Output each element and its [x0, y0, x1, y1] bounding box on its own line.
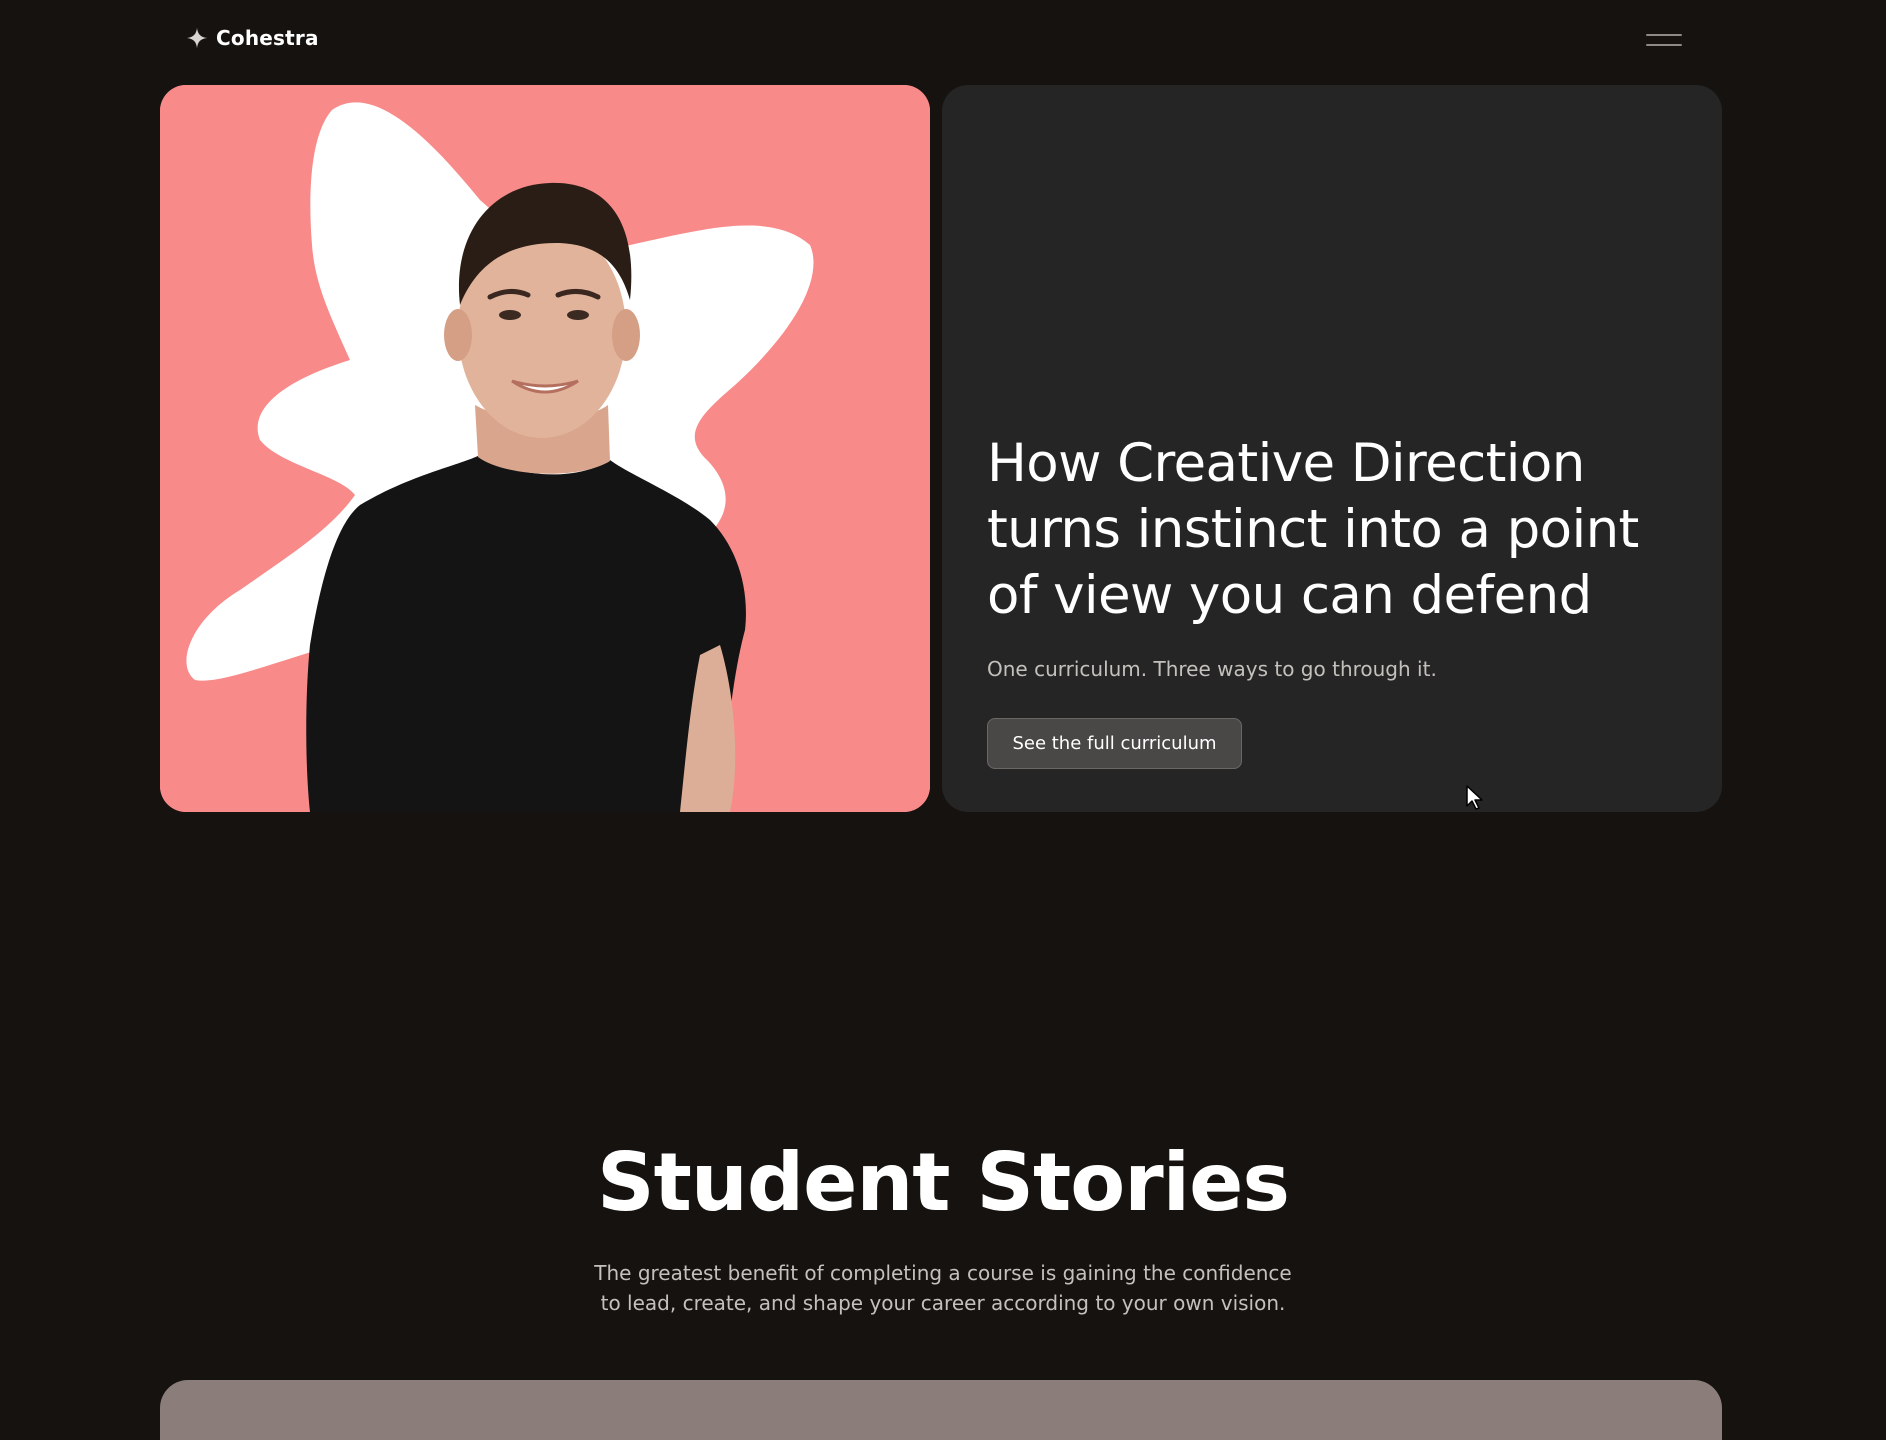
hero-title: How Creative Direction turns instinct in… — [987, 433, 1639, 626]
black-tshirt — [306, 455, 746, 812]
right-eye — [567, 310, 589, 320]
hamburger-menu-icon — [1646, 34, 1682, 36]
hero-text-card: How Creative Direction turns instinct in… — [942, 85, 1722, 812]
hamburger-menu-line — [1646, 44, 1682, 46]
hero-subtitle: One curriculum. Three ways to go through… — [987, 657, 1437, 681]
right-ear — [612, 309, 640, 361]
brand-logo[interactable]: Cohestra — [186, 26, 319, 50]
mouse-cursor-icon — [1466, 785, 1483, 810]
brand-name: Cohestra — [216, 26, 319, 50]
story-card[interactable] — [160, 1380, 1722, 1440]
hero-image-card — [160, 85, 930, 812]
sparkle-star-icon — [186, 27, 208, 49]
see-curriculum-button[interactable]: See the full curriculum — [987, 718, 1242, 769]
left-eye — [499, 310, 521, 320]
left-ear — [444, 309, 472, 361]
instructor-portrait — [160, 85, 930, 812]
stories-description: The greatest benefit of completing a cou… — [594, 1261, 1292, 1315]
menu-button[interactable] — [1646, 28, 1686, 52]
site-header: Cohestra — [0, 0, 1886, 80]
page: Cohestra How Creative Direction turns in… — [0, 0, 1886, 1440]
stories-title: Student Stories — [597, 1136, 1290, 1229]
